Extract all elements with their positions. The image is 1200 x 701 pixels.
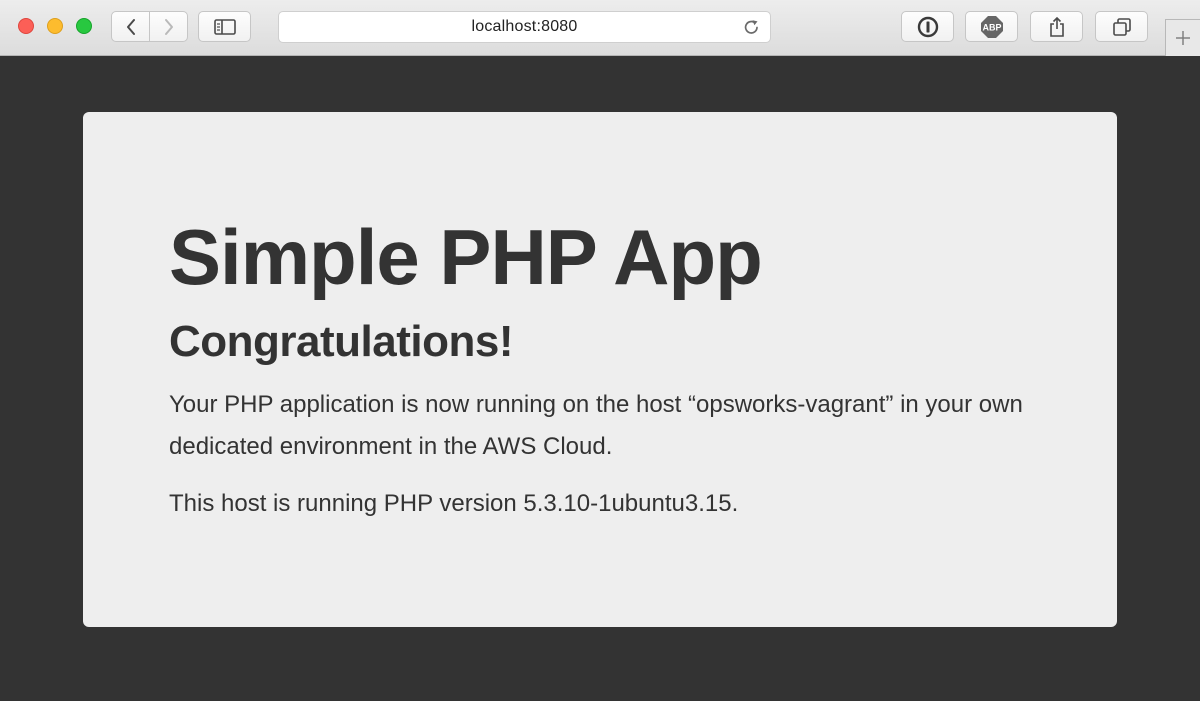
sidebar-button[interactable] (198, 11, 251, 42)
tabs-overview-icon (1112, 17, 1131, 36)
share-icon (1049, 16, 1064, 37)
share-button[interactable] (1030, 11, 1083, 42)
new-tab-icon (1176, 31, 1190, 45)
address-bar[interactable]: localhost:8080 (278, 11, 771, 43)
reload-icon (744, 20, 758, 34)
php-version-text: This host is running PHP version 5.3.10-… (169, 490, 739, 517)
close-window-button[interactable] (18, 18, 34, 34)
content-card: Simple PHP App Congratulations! Your PHP… (83, 112, 1117, 627)
tabs-overview-button[interactable] (1095, 11, 1148, 42)
1password-button[interactable] (901, 11, 954, 42)
host-info-text: Your PHP application is now running on t… (169, 391, 1023, 460)
minimize-window-button[interactable] (47, 18, 63, 34)
adblock-icon: ABP (980, 15, 1003, 38)
browser-toolbar: localhost:8080 ABP (0, 0, 1200, 56)
forward-button[interactable] (149, 12, 187, 41)
sidebar-icon (213, 18, 236, 35)
adblock-label: ABP (982, 22, 1001, 32)
congratulations-heading: Congratulations! (169, 317, 513, 366)
reload-button[interactable] (742, 18, 761, 42)
forward-icon (164, 18, 173, 35)
1password-icon (917, 16, 938, 37)
maximize-window-button[interactable] (76, 18, 92, 34)
page-title: Simple PHP App (169, 213, 763, 301)
back-button[interactable] (112, 12, 149, 41)
address-text: localhost:8080 (471, 18, 578, 35)
new-tab-button[interactable] (1165, 19, 1200, 56)
back-icon (126, 18, 135, 35)
adblock-button[interactable]: ABP (965, 11, 1018, 42)
navigation-buttons (111, 11, 188, 42)
